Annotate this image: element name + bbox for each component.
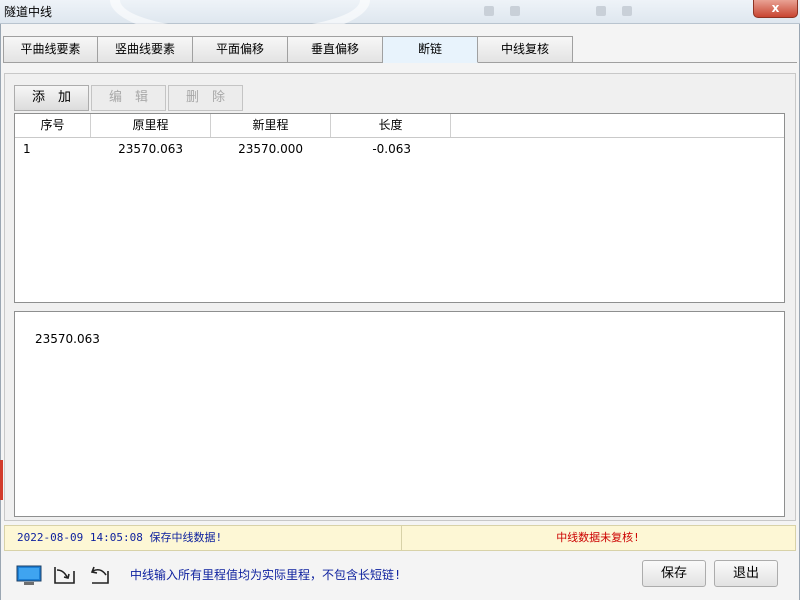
column-header[interactable]: 新里程: [211, 114, 331, 137]
detail-value: 23570.063: [35, 332, 100, 346]
column-header[interactable]: 原里程: [91, 114, 211, 137]
column-header[interactable]: 长度: [331, 114, 451, 137]
delete-button[interactable]: 删 除: [168, 85, 243, 111]
status-bar: 2022-08-09 14:05:08 保存中线数据! 中线数据未复核!: [4, 525, 796, 551]
import-icon[interactable]: [52, 563, 78, 587]
tab-horizontal-curve[interactable]: 平曲线要素: [3, 36, 98, 63]
titlebar-ghost-icon: [510, 6, 520, 16]
tab-chain-break[interactable]: 断链: [383, 36, 478, 63]
tab-plane-offset[interactable]: 平面偏移: [193, 36, 288, 63]
edit-button[interactable]: 编 辑: [91, 85, 166, 111]
chain-break-table: 序号 原里程 新里程 长度 1 23570.063 23570.000 -0.0…: [14, 113, 785, 303]
titlebar-ghost-icon: [622, 6, 632, 16]
column-header[interactable]: 序号: [15, 114, 91, 137]
tab-centerline-check[interactable]: 中线复核: [478, 36, 573, 63]
table-cell-old-chainage: 23570.063: [118, 142, 183, 156]
toolbar: 添 加 编 辑 删 除: [14, 85, 243, 111]
bottom-bar: 中线输入所有里程值均为实际里程，不包含长短链! 保存 退出: [0, 552, 800, 600]
detail-area[interactable]: 23570.063: [14, 311, 785, 517]
window-title: 隧道中线: [4, 5, 53, 19]
status-message: 2022-08-09 14:05:08 保存中线数据!: [17, 531, 223, 544]
add-button[interactable]: 添 加: [14, 85, 89, 111]
titlebar-ghost-icon: [596, 6, 606, 16]
table-cell-length: -0.063: [372, 142, 411, 156]
title-bar: 隧道中线 x: [0, 0, 800, 40]
tab-vertical-curve[interactable]: 竖曲线要素: [98, 36, 193, 63]
tab-vertical-offset[interactable]: 垂直偏移: [288, 36, 383, 63]
close-button[interactable]: x: [753, 0, 798, 18]
table-header: 序号 原里程 新里程 长度: [15, 114, 784, 138]
tab-baseline: [573, 62, 797, 63]
table-cell-new-chainage: 23570.000: [238, 142, 303, 156]
exit-button[interactable]: 退出: [714, 560, 778, 587]
table-row[interactable]: 1 23570.063 23570.000 -0.063: [15, 138, 784, 160]
status-warning: 中线数据未复核!: [556, 531, 640, 544]
background-edge: [0, 460, 3, 500]
table-cell-index: 1: [23, 142, 31, 156]
undo-icon[interactable]: [86, 563, 112, 587]
monitor-icon[interactable]: [16, 563, 42, 587]
tab-strip: 平曲线要素 竖曲线要素 平面偏移 垂直偏移 断链 中线复核: [3, 36, 573, 63]
input-hint: 中线输入所有里程值均为实际里程，不包含长短链!: [130, 568, 402, 582]
save-button[interactable]: 保存: [642, 560, 706, 587]
titlebar-ghost-icon: [484, 6, 494, 16]
